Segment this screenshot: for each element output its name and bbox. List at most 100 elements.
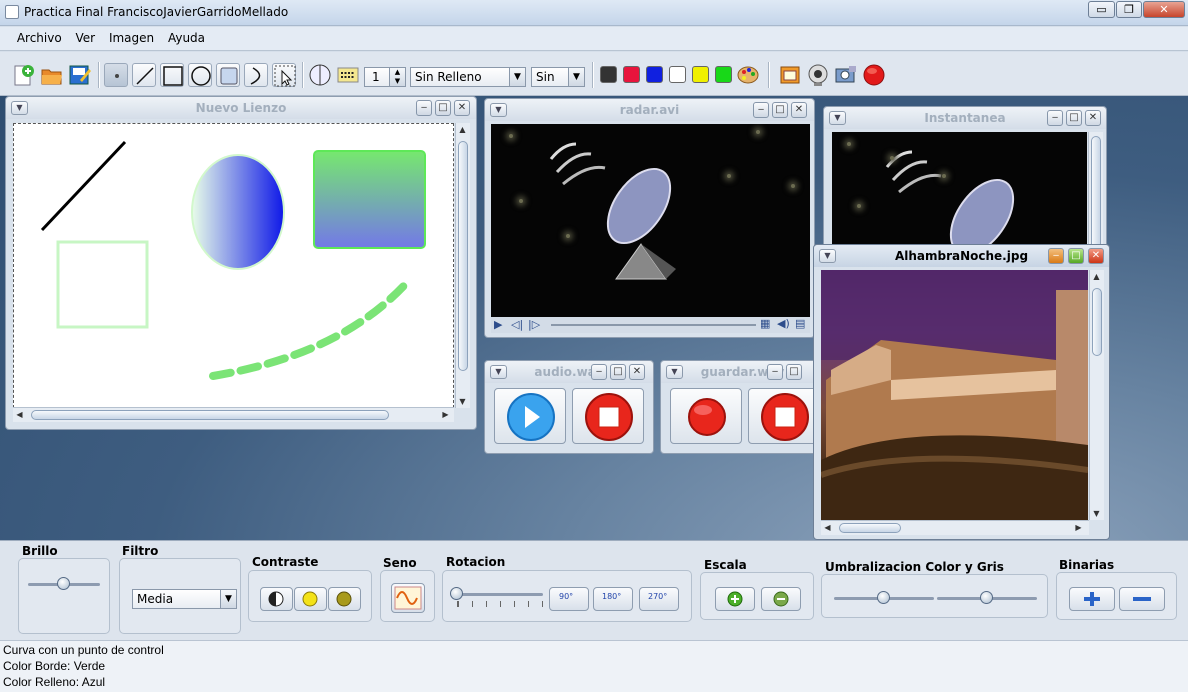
fill-mode-select[interactable]: Sin Relleno ▼ (410, 67, 526, 87)
color-red-swatch[interactable] (623, 66, 640, 83)
zoom-in-button[interactable] (715, 587, 755, 611)
contrast-bright-button[interactable] (294, 587, 327, 611)
scroll-up-icon[interactable]: ▲ (1090, 272, 1103, 281)
color-blue-swatch[interactable] (646, 66, 663, 83)
scroll-thumb[interactable] (839, 523, 901, 533)
color-yellow-swatch[interactable] (692, 66, 709, 83)
scroll-down-icon[interactable]: ▼ (1090, 509, 1103, 518)
frame-close-icon[interactable]: ✕ (629, 364, 645, 380)
rotate-270-button[interactable]: 270° (639, 587, 679, 611)
film-icon[interactable]: ▤ (795, 317, 805, 330)
frame-close-icon[interactable]: ✕ (1085, 110, 1101, 126)
forward-icon[interactable]: |▷ (528, 318, 540, 331)
menu-ver[interactable]: Ver (71, 27, 101, 45)
zoom-out-button[interactable] (761, 587, 801, 611)
frame-minimize-icon[interactable]: ‒ (1047, 110, 1063, 126)
menu-ayuda[interactable]: Ayuda (163, 27, 210, 45)
rotate-90-button[interactable]: 90° (549, 587, 589, 611)
color-white-swatch[interactable] (669, 66, 686, 83)
filtro-select[interactable]: Media ▼ (132, 589, 237, 609)
maximize-button[interactable]: ❐ (1116, 1, 1142, 18)
sine-button[interactable] (391, 583, 425, 613)
minimize-button[interactable]: ▭ (1088, 1, 1115, 18)
contrast-normal-button[interactable] (260, 587, 293, 611)
rounded-rect-tool-icon[interactable] (216, 63, 240, 87)
frame-menu-icon[interactable]: ▼ (490, 103, 507, 117)
umbral-color-knob[interactable] (877, 591, 890, 604)
frame-maximize-icon[interactable]: □ (435, 100, 451, 116)
binary-add-button[interactable] (1069, 587, 1115, 611)
frame-close-icon[interactable]: ✕ (1088, 248, 1104, 264)
new-file-icon[interactable] (12, 63, 36, 87)
frame-menu-icon[interactable]: ▼ (819, 249, 836, 263)
scroll-right-icon[interactable]: ▶ (1072, 523, 1085, 532)
smooth-select[interactable]: Sin ▼ (531, 67, 585, 87)
color-green-swatch[interactable] (715, 66, 732, 83)
record-stop-button[interactable] (748, 388, 820, 444)
umbral-gris-knob[interactable] (980, 591, 993, 604)
brillo-slider-knob[interactable] (57, 577, 70, 590)
curve-tool-icon[interactable] (244, 63, 268, 87)
save-edit-icon[interactable] (68, 63, 92, 87)
speaker-icon[interactable]: ◀) (777, 317, 790, 330)
scroll-thumb[interactable] (1091, 136, 1101, 256)
canvas-vscrollbar[interactable]: ▲ ▼ (455, 123, 470, 408)
scroll-right-icon[interactable]: ▶ (439, 410, 452, 419)
rotate-180-button[interactable]: 180° (593, 587, 633, 611)
rewind-icon[interactable]: ◁| (511, 318, 523, 331)
point-tool-icon[interactable] (104, 63, 128, 87)
snapshot-icon[interactable] (778, 63, 802, 87)
color-black-swatch[interactable] (600, 66, 617, 83)
frame-menu-icon[interactable]: ▼ (490, 365, 507, 379)
contrast-dark-button[interactable] (328, 587, 361, 611)
play-icon[interactable]: ▶ (494, 318, 502, 331)
record-icon[interactable] (862, 63, 886, 87)
menu-archivo[interactable]: Archivo (12, 27, 67, 45)
record-start-button[interactable] (670, 388, 742, 444)
antialiasing-icon[interactable] (308, 63, 332, 87)
drawing-canvas[interactable] (13, 123, 454, 408)
frame-menu-icon[interactable]: ▼ (829, 111, 846, 125)
scroll-left-icon[interactable]: ◀ (13, 410, 26, 419)
ellipse-tool-icon[interactable] (188, 63, 212, 87)
spinner-arrows-icon[interactable]: ▲ ▼ (389, 68, 405, 86)
frame-maximize-icon[interactable]: □ (1066, 110, 1082, 126)
menu-imagen[interactable]: Imagen (104, 27, 159, 45)
scroll-up-icon[interactable]: ▲ (456, 125, 469, 134)
frame-maximize-icon[interactable]: □ (786, 364, 802, 380)
frame-minimize-icon[interactable]: ‒ (591, 364, 607, 380)
stroke-style-icon[interactable] (336, 63, 360, 87)
frame-maximize-icon[interactable]: □ (610, 364, 626, 380)
audio-stop-button[interactable] (572, 388, 644, 444)
video-seek-track[interactable] (551, 324, 756, 326)
frame-maximize-icon[interactable]: □ (1068, 248, 1084, 264)
rectangle-tool-icon[interactable] (160, 63, 184, 87)
scroll-thumb[interactable] (458, 141, 468, 371)
scroll-left-icon[interactable]: ◀ (821, 523, 834, 532)
scroll-down-icon[interactable]: ▼ (456, 397, 469, 406)
frame-minimize-icon[interactable]: ‒ (767, 364, 783, 380)
open-folder-icon[interactable] (40, 63, 64, 87)
frame-close-icon[interactable]: ✕ (454, 100, 470, 116)
frame-menu-icon[interactable]: ▼ (666, 365, 683, 379)
binary-subtract-button[interactable] (1119, 587, 1165, 611)
camera-capture-icon[interactable] (834, 63, 858, 87)
frame-minimize-icon[interactable]: ‒ (753, 102, 769, 118)
stroke-width-spinner[interactable]: 1 ▲ ▼ (364, 67, 406, 87)
line-tool-icon[interactable] (132, 63, 156, 87)
canvas-hscrollbar[interactable]: ◀ ▶ (13, 407, 454, 422)
scroll-thumb[interactable] (1092, 288, 1102, 356)
rotacion-slider-knob[interactable] (450, 587, 463, 600)
select-tool-icon[interactable] (272, 63, 296, 87)
frame-minimize-icon[interactable]: ‒ (416, 100, 432, 116)
image-hscrollbar[interactable]: ◀ ▶ (821, 520, 1089, 535)
volume-icon[interactable]: ▦ (760, 317, 770, 330)
close-button[interactable]: ✕ (1143, 1, 1185, 18)
frame-minimize-icon[interactable]: ‒ (1048, 248, 1064, 264)
webcam-icon[interactable] (806, 63, 830, 87)
frame-menu-icon[interactable]: ▼ (11, 101, 28, 115)
frame-close-icon[interactable]: ✕ (791, 102, 807, 118)
audio-play-button[interactable] (494, 388, 566, 444)
rotacion-slider-track[interactable] (457, 593, 543, 596)
palette-icon[interactable] (736, 63, 760, 87)
